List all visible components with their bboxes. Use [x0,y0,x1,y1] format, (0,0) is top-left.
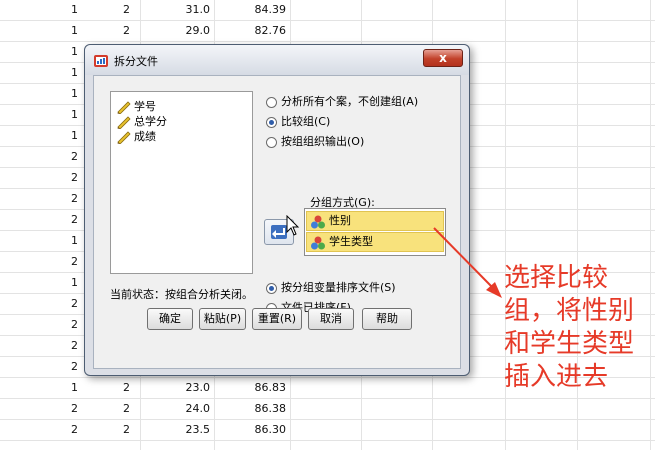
annotation-line: 和学生类型 [504,329,635,359]
annotation-line: 选择比较 [504,263,609,293]
annotation-text: 选择比较 组，将性别 和学生类型 插入进去 [504,262,654,394]
annotation-line: 组，将性别 [504,296,635,326]
annotation-line: 插入进去 [504,362,609,392]
